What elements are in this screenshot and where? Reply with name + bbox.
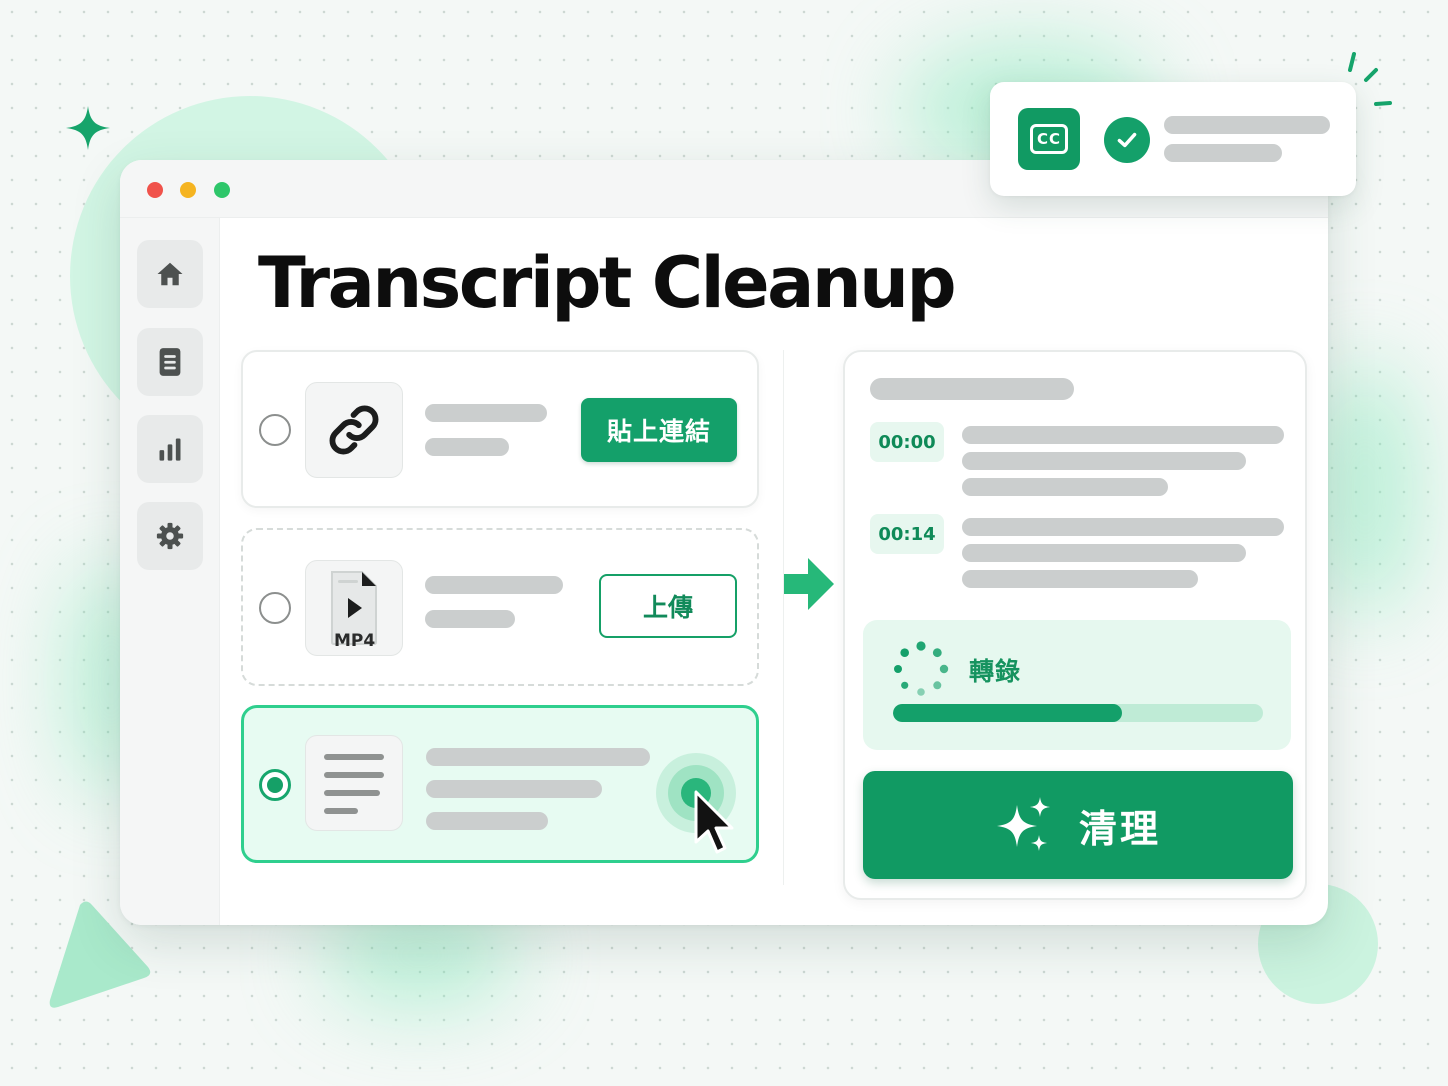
option-card-upload[interactable]: MP4 上傳 bbox=[241, 528, 759, 686]
option-placeholder-line bbox=[425, 576, 563, 594]
caption-placeholder-line bbox=[1164, 144, 1282, 162]
sidebar-item-documents[interactable] bbox=[137, 328, 203, 396]
option-placeholder-line bbox=[425, 404, 547, 422]
option-placeholder-line bbox=[426, 780, 602, 798]
cleanup-button-label: 清理 bbox=[1078, 806, 1161, 851]
window-minimize-button[interactable] bbox=[180, 182, 196, 198]
timestamp-badge: 00:00 bbox=[870, 422, 944, 462]
chart-icon bbox=[159, 438, 181, 461]
window-close-button[interactable] bbox=[147, 182, 163, 198]
transcript-title-placeholder bbox=[870, 378, 1074, 400]
link-icon-tile bbox=[305, 382, 403, 478]
option-radio-upload[interactable] bbox=[259, 592, 291, 624]
link-icon bbox=[329, 405, 379, 455]
text-lines-icon bbox=[324, 754, 384, 814]
transcription-progress-bar bbox=[893, 704, 1263, 722]
caption-status-card: CC bbox=[990, 82, 1356, 196]
sparkle-decoration-icon bbox=[66, 106, 110, 150]
caption-placeholder-line bbox=[1164, 116, 1330, 134]
transcript-panel: 00:00 00:14 轉錄 清理 bbox=[843, 350, 1307, 900]
sidebar-item-settings[interactable] bbox=[137, 502, 203, 570]
sparkles-icon bbox=[996, 797, 1050, 851]
option-placeholder-line bbox=[425, 438, 509, 456]
option-placeholder-line bbox=[426, 748, 650, 766]
option-radio-link[interactable] bbox=[259, 414, 291, 446]
closed-captions-badge: CC bbox=[1030, 124, 1068, 154]
page-title: Transcript Cleanup bbox=[258, 242, 957, 324]
video-file-icon-tile: MP4 bbox=[305, 560, 403, 656]
option-placeholder-line bbox=[426, 812, 548, 830]
transcription-status: 轉錄 bbox=[863, 620, 1291, 750]
option-card-text[interactable] bbox=[241, 705, 759, 863]
transcript-line-placeholder bbox=[962, 570, 1198, 588]
document-icon bbox=[159, 348, 181, 376]
transcription-status-label: 轉錄 bbox=[969, 657, 1022, 686]
transcript-line-placeholder bbox=[962, 426, 1284, 444]
option-card-link[interactable]: 貼上連結 bbox=[241, 350, 759, 508]
text-lines-icon-tile bbox=[305, 735, 403, 831]
sidebar bbox=[120, 218, 220, 925]
paste-link-button[interactable]: 貼上連結 bbox=[581, 398, 737, 462]
home-icon bbox=[157, 262, 183, 286]
transcript-line-placeholder bbox=[962, 518, 1284, 536]
sidebar-item-home[interactable] bbox=[137, 240, 203, 308]
cursor-pointer-icon bbox=[694, 790, 734, 854]
check-circle-icon bbox=[1104, 117, 1150, 163]
file-type-label: MP4 bbox=[334, 631, 376, 651]
window-maximize-button[interactable] bbox=[214, 182, 230, 198]
app-window: Transcript Cleanup 貼上連結 MP4 上傳 00:00 00:… bbox=[120, 160, 1328, 925]
loading-spinner-icon bbox=[894, 641, 949, 696]
transcription-progress-fill bbox=[893, 704, 1123, 722]
option-radio-text[interactable] bbox=[259, 769, 291, 801]
transcript-line-placeholder bbox=[962, 478, 1168, 496]
transcript-line-placeholder bbox=[962, 544, 1246, 562]
option-placeholder-line bbox=[425, 610, 515, 628]
cleanup-button[interactable]: 清理 bbox=[863, 771, 1293, 879]
upload-button[interactable]: 上傳 bbox=[599, 574, 737, 638]
column-divider bbox=[783, 350, 784, 885]
sidebar-item-analytics[interactable] bbox=[137, 415, 203, 483]
transcript-line-placeholder bbox=[962, 452, 1246, 470]
gear-icon bbox=[156, 522, 184, 550]
closed-captions-icon: CC bbox=[1018, 108, 1080, 170]
timestamp-badge: 00:14 bbox=[870, 514, 944, 554]
arrow-right-icon bbox=[784, 558, 834, 610]
